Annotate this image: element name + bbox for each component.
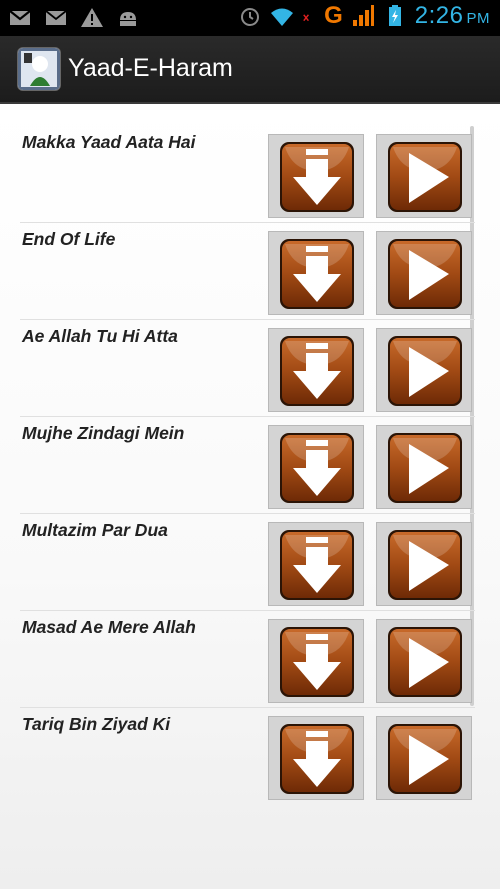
download-arrow-icon [280,724,354,794]
play-button[interactable] [376,134,472,218]
play-icon [388,530,462,600]
song-title: Mujhe Zindagi Mein [22,423,185,443]
play-icon [388,142,462,212]
download-arrow-icon [280,239,354,309]
play-icon [388,336,462,406]
app-title: Yaad-E-Haram [68,54,233,82]
list-item: Multazim Par Dua [10,514,475,611]
play-icon [388,627,462,697]
download-arrow-icon [280,627,354,697]
song-title: Multazim Par Dua [22,520,168,540]
list-item: Makka Yaad Aata Hai [10,126,475,223]
play-button[interactable] [376,328,472,412]
app-logo-icon [18,48,60,90]
battery-icon [388,5,401,26]
download-arrow-icon [280,433,354,503]
network-type-label: G [324,2,343,29]
download-button[interactable] [268,328,364,412]
list-item: End Of Life [10,223,475,320]
download-button[interactable] [268,716,364,800]
play-icon [388,433,462,503]
clock-time: 2:26 [414,2,464,29]
download-button[interactable] [268,522,364,606]
download-arrow-icon [280,336,354,406]
clock: 2:26 PM [415,2,490,30]
status-bar: G 2:26 PM [0,0,500,36]
download-button[interactable] [268,619,364,703]
download-button[interactable] [268,231,364,315]
play-button[interactable] [376,231,472,315]
download-button[interactable] [268,425,364,509]
wifi-icon [271,8,294,26]
alarm-icon [241,8,260,26]
warning-icon [81,8,103,27]
signal-icon [352,5,374,26]
android-icon [120,12,136,26]
play-icon [388,239,462,309]
email-icon [45,10,67,25]
list-item: Mujhe Zindagi Mein [10,417,475,514]
list-item: Tariq Bin Ziyad Ki [10,708,475,805]
play-button[interactable] [376,522,472,606]
song-list[interactable]: Makka Yaad Aata Hai End Of Life Ae Allah… [0,104,500,889]
play-button[interactable] [376,619,472,703]
action-bar: Yaad-E-Haram [0,36,500,104]
play-icon [388,724,462,794]
clock-ampm: PM [466,10,490,27]
play-button[interactable] [376,716,472,800]
gmail-icon [9,10,31,25]
song-title: End Of Life [22,229,116,249]
song-title: Masad Ae Mere Allah [22,617,196,637]
download-arrow-icon [280,142,354,212]
download-button[interactable] [268,134,364,218]
system-icons: G 2:26 PM [238,2,490,30]
song-title: Makka Yaad Aata Hai [22,132,196,152]
play-button[interactable] [376,425,472,509]
song-title: Tariq Bin Ziyad Ki [22,714,171,734]
list-item: Masad Ae Mere Allah [10,611,475,708]
app-icon[interactable] [18,48,60,90]
no-signal-x-icon [303,14,310,22]
list-item: Ae Allah Tu Hi Atta [10,320,475,417]
song-title: Ae Allah Tu Hi Atta [22,326,178,346]
download-arrow-icon [280,530,354,600]
notification-icons [8,6,140,30]
